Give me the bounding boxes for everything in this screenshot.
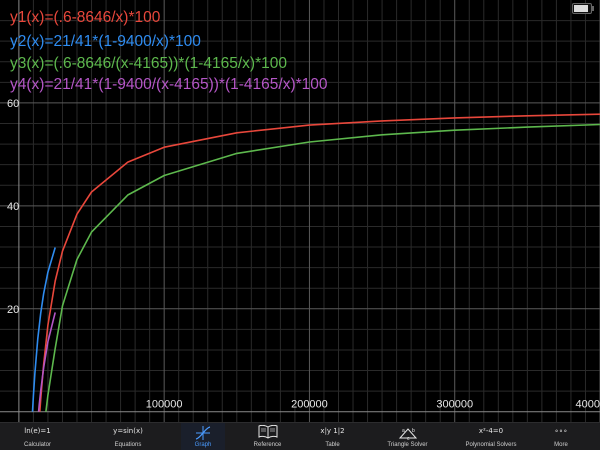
tab-equations-label: Equations: [114, 442, 142, 448]
polynomial-icon: x²-4=0: [478, 427, 504, 435]
tab-calculator[interactable]: ln(e)=1 Calculator: [0, 423, 75, 450]
battery-icon: [572, 3, 594, 14]
tab-polynomial-solvers-label: Polynomial Solvers: [465, 442, 517, 448]
equation-y4-label[interactable]: y4(x)=21/41*(1-9400/(x-4165))*(1-4165/x)…: [10, 75, 328, 95]
y-tick-label: 60: [7, 98, 19, 110]
x-tick-label: 200000: [291, 399, 328, 411]
tab-reference-label: Reference: [253, 442, 282, 448]
tab-graph-label: Graph: [194, 442, 212, 448]
x-tick-label: 4000: [576, 399, 600, 411]
graph-icon: [195, 426, 211, 440]
tab-polynomial-solvers[interactable]: x²-4=0 Polynomial Solvers: [460, 423, 522, 450]
book-icon: [258, 425, 277, 439]
tab-more[interactable]: ∘∘∘ More: [522, 423, 600, 450]
tab-reference[interactable]: Reference: [225, 423, 310, 450]
tab-graph[interactable]: Graph: [181, 423, 225, 450]
tab-table-label: Table: [325, 442, 340, 448]
x-tick-label: 100000: [146, 399, 183, 411]
graph-screen: 100000 200000 300000 4000 20 40 60 y1(x)=(.6-8…: [0, 0, 600, 450]
equation-y1-label[interactable]: y1(x)=(.6-8646/x)*100: [10, 8, 160, 28]
equation-y2-label[interactable]: y2(x)=21/41*(1-9400/x)*100: [10, 32, 201, 52]
curve-y1: [39, 113, 600, 412]
tab-table[interactable]: x|y 1|2 Table: [310, 423, 355, 450]
tab-triangle-solver[interactable]: a b c Triangle Solver: [355, 423, 460, 450]
equation-y3-label[interactable]: y3(x)=(.6-8646/(x-4165))*(1-4165/x)*100: [10, 54, 287, 74]
svg-text:b: b: [412, 428, 415, 434]
tab-more-label: More: [554, 442, 568, 448]
tab-bar: ln(e)=1 Calculator y=sin(x) Equations Gr…: [0, 422, 600, 450]
tab-equations[interactable]: y=sin(x) Equations: [75, 423, 181, 450]
y-tick-label: 20: [7, 304, 19, 316]
equations-icon: y=sin(x): [113, 427, 143, 435]
svg-text:a: a: [402, 428, 405, 434]
tab-triangle-solver-label: Triangle Solver: [387, 442, 428, 448]
calculator-icon: ln(e)=1: [24, 427, 51, 435]
tab-calculator-label: Calculator: [23, 442, 51, 448]
table-icon: x|y 1|2: [320, 427, 345, 435]
battery-level: [574, 5, 588, 12]
more-icon: ∘∘∘: [554, 427, 568, 435]
x-tick-label: 300000: [436, 399, 473, 411]
triangle-icon: a b c: [398, 428, 417, 440]
y-tick-label: 40: [7, 201, 19, 213]
